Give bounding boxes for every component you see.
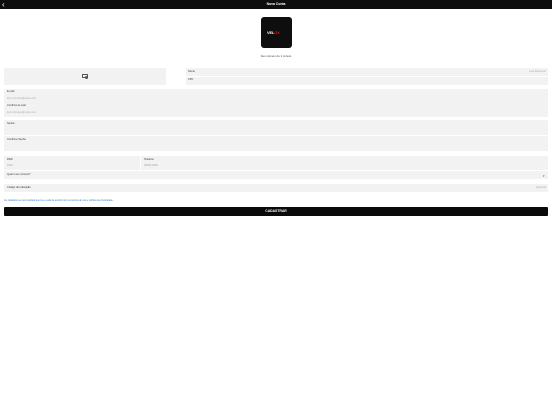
chevron-down-icon[interactable]: ▾ [543, 174, 545, 178]
how-know-select[interactable] [4, 171, 548, 179]
app-logo: VELOX [261, 17, 292, 48]
invite-field[interactable] [4, 184, 548, 192]
camera-icon [82, 74, 89, 80]
email-field[interactable] [4, 89, 548, 103]
name-input[interactable]: Luiz Rohmann [529, 70, 546, 73]
cpf-field[interactable] [186, 77, 548, 85]
confirm-email-input[interactable]: luiz.rohmann@velox.com [7, 111, 36, 114]
cpf-label: CPF [188, 78, 194, 81]
how-know-label: Qual o seu número? [7, 173, 31, 176]
ddd-input[interactable]: DDD [7, 164, 13, 167]
name-field[interactable] [186, 68, 548, 76]
ddd-label: DDD [7, 158, 13, 161]
submit-button[interactable]: CADASTRAR [4, 207, 548, 216]
phone-field[interactable] [141, 156, 548, 170]
ddd-field[interactable] [4, 156, 140, 170]
confirm-password-label: Confirme Senha [7, 138, 26, 141]
invite-input[interactable]: Opcional [536, 186, 546, 189]
phone-input[interactable]: 99999-9999 [144, 164, 158, 167]
password-field[interactable] [4, 120, 548, 135]
invite-label: Código de Indicação [7, 186, 31, 189]
password-label: Senha [7, 122, 15, 125]
logo-wordmark: VELOX [267, 30, 280, 35]
phone-label: Telefone [144, 158, 154, 161]
nav-bar: ‹ Nova Conta [0, 0, 552, 9]
terms-link[interactable]: Ao cadastrar-se você declara que leu e e… [4, 199, 113, 202]
name-label: Nome [188, 70, 195, 73]
confirm-email-field[interactable] [4, 103, 548, 117]
email-input[interactable]: luiz.rohmann@velox.com [7, 97, 36, 100]
page-title: Nova Conta [266, 2, 286, 6]
member-text: Seu número de 1 minuto [260, 54, 292, 58]
email-label: E-mail [7, 90, 15, 93]
confirm-email-label: Confirme E-mail [7, 104, 26, 107]
confirm-password-field[interactable] [4, 136, 548, 151]
